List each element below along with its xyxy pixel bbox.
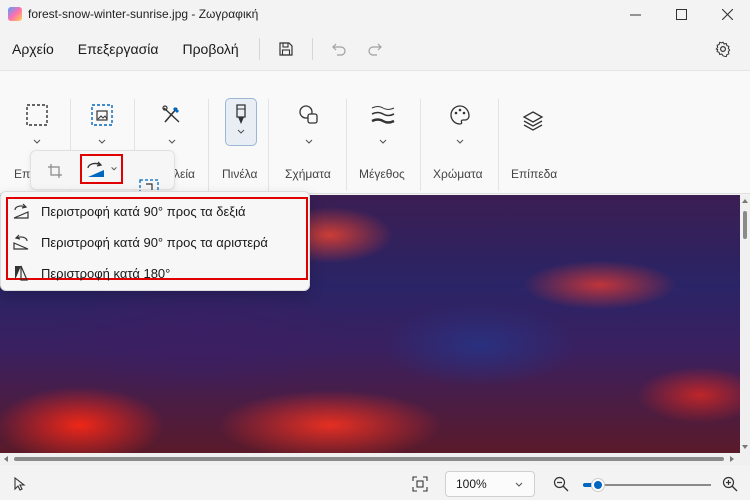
scroll-right-icon[interactable] bbox=[730, 456, 734, 462]
chevron-down-icon bbox=[168, 139, 176, 144]
chevron-down-icon bbox=[111, 167, 117, 171]
brush-icon bbox=[236, 104, 246, 124]
rotate-icon bbox=[87, 161, 104, 177]
vertical-scroll-thumb[interactable] bbox=[743, 211, 747, 239]
colors-tool[interactable] bbox=[440, 95, 480, 147]
ribbon-divider bbox=[346, 99, 347, 191]
size-icon bbox=[371, 106, 395, 124]
zoom-in-icon bbox=[722, 476, 738, 492]
scroll-down-icon[interactable] bbox=[742, 445, 748, 449]
rotate-right-item[interactable]: Περιστροφή κατά 90° προς τα δεξιά bbox=[13, 201, 246, 221]
vertical-scrollbar[interactable] bbox=[740, 195, 750, 453]
layers-icon bbox=[522, 111, 544, 131]
menu-edit[interactable]: Επεξεργασία bbox=[66, 34, 171, 64]
shapes-tool[interactable] bbox=[289, 95, 329, 147]
tools-icon bbox=[162, 105, 180, 123]
rotate-button[interactable] bbox=[80, 154, 123, 184]
zoom-value: 100% bbox=[456, 477, 487, 491]
zoom-slider-thumb[interactable] bbox=[591, 478, 606, 492]
rotate-left-icon bbox=[13, 234, 29, 250]
crop-button[interactable] bbox=[45, 161, 65, 181]
zoom-out-icon bbox=[553, 476, 569, 492]
zoom-slider[interactable] bbox=[583, 478, 711, 492]
menu-divider bbox=[311, 38, 313, 60]
chevron-down-icon bbox=[237, 129, 245, 134]
brush-tool[interactable] bbox=[225, 98, 257, 146]
scroll-left-icon[interactable] bbox=[4, 456, 8, 462]
save-button[interactable] bbox=[272, 35, 300, 63]
redo-button[interactable] bbox=[361, 35, 389, 63]
minimize-button[interactable] bbox=[612, 0, 658, 28]
zoom-out-button[interactable] bbox=[553, 476, 569, 495]
crop-icon bbox=[48, 164, 62, 178]
close-button[interactable] bbox=[704, 0, 750, 28]
shapes-icon bbox=[299, 105, 318, 124]
zoom-in-button[interactable] bbox=[722, 476, 738, 495]
undo-icon bbox=[331, 43, 346, 56]
zoom-select[interactable]: 100% bbox=[445, 471, 535, 497]
chevron-down-icon bbox=[456, 139, 464, 144]
image-tool[interactable] bbox=[82, 95, 122, 147]
pointer-position-button[interactable] bbox=[12, 476, 26, 494]
rotate-180-label: Περιστροφή κατά 180° bbox=[41, 265, 171, 281]
pointer-icon bbox=[14, 476, 26, 491]
menu-divider bbox=[258, 38, 260, 60]
title-bar: forest-snow-winter-sunrise.jpg - Ζωγραφι… bbox=[0, 0, 750, 28]
rotate-left-item[interactable]: Περιστροφή κατά 90° προς τα αριστερά bbox=[13, 232, 268, 252]
horizontal-scroll-thumb[interactable] bbox=[14, 457, 724, 461]
gear-icon bbox=[715, 41, 731, 57]
paint-app-icon bbox=[8, 7, 22, 21]
rotate-right-label: Περιστροφή κατά 90° προς τα δεξιά bbox=[41, 203, 246, 219]
rotate-menu: Περιστροφή κατά 90° προς τα δεξιά Περιστ… bbox=[0, 191, 310, 291]
fit-screen-icon bbox=[412, 476, 428, 492]
ribbon-divider bbox=[498, 99, 499, 191]
scroll-up-icon[interactable] bbox=[742, 199, 748, 203]
rotate-180-item[interactable]: Περιστροφή κατά 180° bbox=[13, 263, 170, 283]
tools-label: λεία bbox=[174, 167, 195, 181]
redo-icon bbox=[368, 43, 382, 56]
layers-tool[interactable] bbox=[513, 101, 553, 141]
chevron-down-icon bbox=[379, 139, 387, 144]
menu-file[interactable]: Αρχείο bbox=[0, 34, 66, 64]
chevron-down-icon bbox=[33, 139, 41, 144]
ribbon-divider bbox=[208, 99, 209, 191]
shapes-label: Σχήματα bbox=[285, 167, 331, 181]
ribbon-divider bbox=[420, 99, 421, 191]
undo-button[interactable] bbox=[325, 35, 353, 63]
maximize-icon bbox=[675, 8, 687, 20]
fit-to-window-button[interactable] bbox=[412, 476, 428, 495]
close-icon bbox=[721, 8, 733, 20]
chevron-down-icon bbox=[305, 139, 313, 144]
colors-label: Χρώματα bbox=[433, 167, 483, 181]
brushes-label: Πινέλα bbox=[222, 167, 258, 181]
save-icon bbox=[279, 42, 293, 56]
maximize-button[interactable] bbox=[658, 0, 704, 28]
menu-view[interactable]: Προβολή bbox=[170, 34, 250, 64]
tools-tool[interactable] bbox=[152, 95, 192, 147]
menu-bar: Αρχείο Επεξεργασία Προβολή bbox=[0, 32, 750, 66]
size-tool[interactable] bbox=[363, 95, 403, 147]
selection-icon bbox=[26, 104, 48, 126]
settings-button[interactable] bbox=[710, 36, 736, 62]
layers-label: Επίπεδα bbox=[511, 167, 558, 181]
rotate-180-icon bbox=[15, 265, 28, 281]
rotate-left-label: Περιστροφή κατά 90° προς τα αριστερά bbox=[41, 234, 268, 250]
image-icon bbox=[91, 104, 113, 126]
size-label: Μέγεθος bbox=[359, 167, 405, 181]
palette-icon bbox=[450, 105, 470, 125]
window-title: forest-snow-winter-sunrise.jpg - Ζωγραφι… bbox=[28, 7, 259, 21]
selection-tool[interactable] bbox=[17, 95, 57, 147]
status-bar: 100% bbox=[0, 467, 750, 500]
rotate-right-icon bbox=[13, 203, 29, 219]
window-controls bbox=[612, 0, 750, 28]
horizontal-scrollbar[interactable] bbox=[0, 453, 750, 465]
ribbon-divider bbox=[268, 99, 269, 191]
chevron-down-icon bbox=[515, 482, 523, 487]
chevron-down-icon bbox=[98, 139, 106, 144]
minimize-icon bbox=[629, 14, 641, 15]
